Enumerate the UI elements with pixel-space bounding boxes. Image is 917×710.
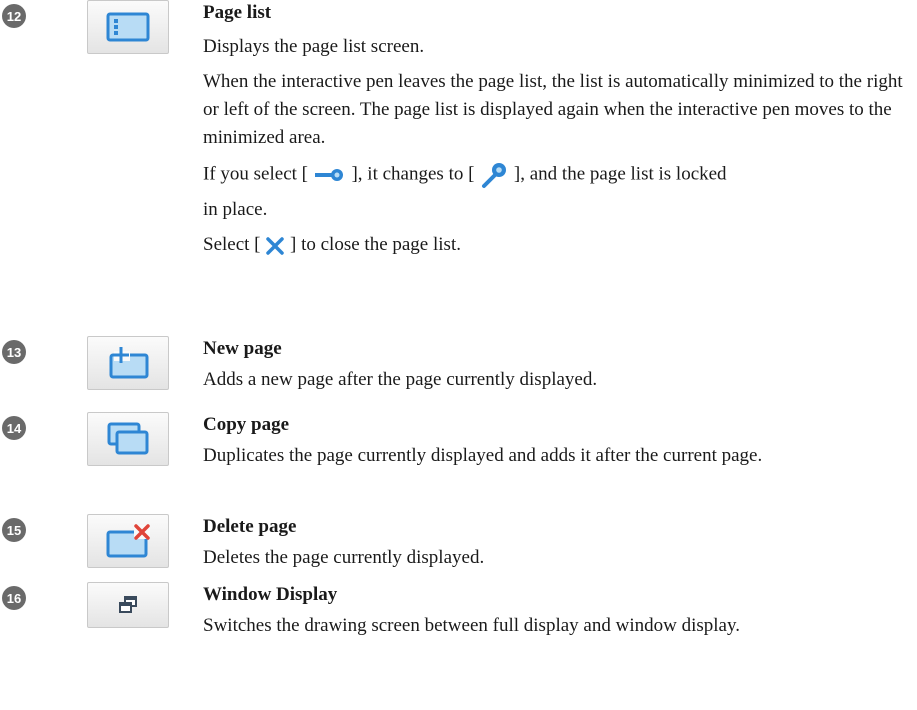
delete-page-button[interactable]	[87, 514, 169, 568]
window-display-icon	[119, 596, 137, 613]
entry-text: Delete page Deletes the page currently d…	[203, 514, 915, 572]
lock-text-2: ], it changes to [	[351, 163, 475, 185]
close-text-2: ] to close the page list.	[290, 234, 461, 255]
entry-title: New page	[203, 338, 282, 359]
entry-text: Copy page Duplicates the page currently …	[203, 412, 915, 470]
entry-text: Page list Displays the page list screen.…	[203, 0, 915, 259]
step-number-badge: 15	[2, 518, 26, 542]
step-number-badge: 13	[2, 340, 26, 364]
entry-description: Duplicates the page currently displayed …	[203, 445, 763, 466]
lock-text-1: If you select [	[203, 163, 308, 185]
entry-description: Deletes the page currently displayed.	[203, 547, 485, 568]
step-number-badge: 14	[2, 416, 26, 440]
entry-description: Adds a new page after the page currently…	[203, 369, 598, 390]
entry-text: New page Adds a new page after the page …	[203, 336, 915, 394]
copy-page-icon	[107, 422, 149, 455]
close-icon	[266, 236, 285, 255]
entry-title: Window Display	[203, 584, 338, 605]
entry-paragraph: When the interactive pen leaves the page…	[203, 71, 903, 148]
lock-text-4: in place.	[203, 199, 268, 220]
delete-page-icon	[106, 524, 150, 558]
step-number-badge: 16	[2, 586, 26, 610]
page-list-icon	[106, 12, 150, 42]
manual-page: 12 Page list Displays the page list scre…	[0, 0, 917, 710]
locked-pin-icon	[482, 163, 507, 188]
new-page-icon	[109, 347, 149, 379]
page-list-button[interactable]	[87, 0, 169, 54]
entry-description: Switches the drawing screen between full…	[203, 615, 740, 636]
entry-description: Displays the page list screen.	[203, 36, 425, 57]
entry-title: Page list	[203, 2, 272, 23]
close-text-1: Select [	[203, 234, 261, 255]
entry-title: Copy page	[203, 414, 290, 435]
new-page-button[interactable]	[87, 336, 169, 390]
lock-paragraph: If you select [ ], it changes to [ ], an…	[203, 160, 915, 190]
close-paragraph: Select [ ] to close the page list.	[203, 231, 915, 259]
entry-text: Window Display Switches the drawing scre…	[203, 582, 915, 640]
step-number-badge: 12	[2, 4, 26, 28]
entry-title: Delete page	[203, 516, 297, 537]
unlocked-pin-icon	[314, 169, 343, 181]
copy-page-button[interactable]	[87, 412, 169, 466]
window-display-button[interactable]	[87, 582, 169, 628]
lock-text-3: ], and the page list is locked	[513, 163, 727, 185]
